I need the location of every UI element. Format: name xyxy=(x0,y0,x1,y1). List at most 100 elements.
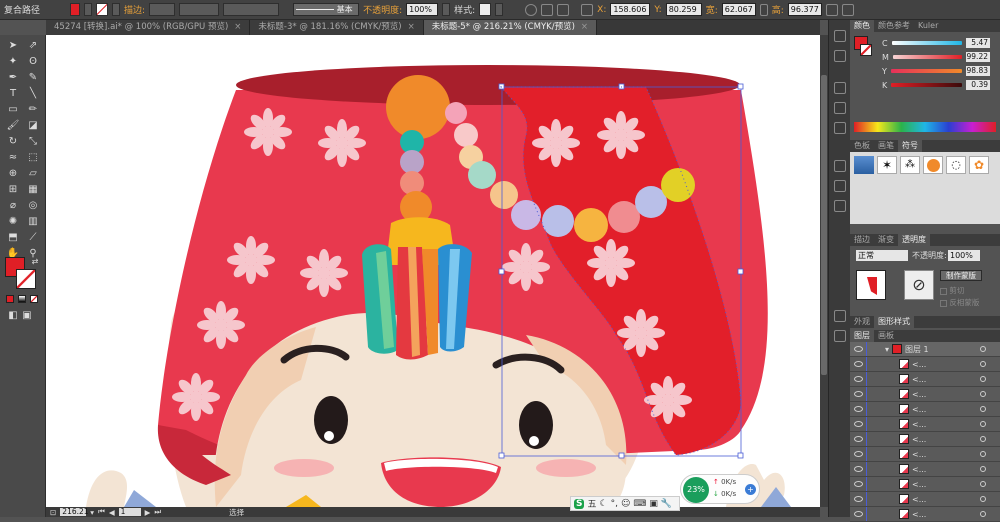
sublayer-row[interactable]: <... xyxy=(850,447,1000,462)
stroke-dropdown[interactable] xyxy=(112,3,121,16)
tab-brushes[interactable]: 画笔 xyxy=(874,140,898,152)
sublayer-name[interactable]: <... xyxy=(912,405,926,414)
invert-mask-checkbox[interactable]: 反相蒙版 xyxy=(940,297,979,308)
sublayer-row[interactable]: <... xyxy=(850,387,1000,402)
color-panel-icon[interactable] xyxy=(834,30,846,42)
brush-tool-icon[interactable]: 🖌 xyxy=(6,119,20,133)
sublayer-row[interactable]: <... xyxy=(850,462,1000,477)
eyedropper-tool-icon[interactable]: ⌀ xyxy=(6,199,20,213)
tab-document-1[interactable]: 45274 [转换].ai* @ 100% (RGB/GPU 预览) × xyxy=(46,20,251,35)
ime-emoji-icon[interactable]: ☺ xyxy=(621,499,630,509)
visibility-eye-icon[interactable] xyxy=(854,436,863,442)
type-tool-icon[interactable]: T xyxy=(6,87,20,101)
scroll-thumb[interactable] xyxy=(821,75,827,375)
fill-swatch[interactable] xyxy=(70,3,81,16)
reference-point-icon[interactable] xyxy=(581,3,594,16)
channel-m-value[interactable]: 99.22 xyxy=(966,52,990,62)
magic-wand-tool-icon[interactable]: ✦ xyxy=(6,55,20,69)
clip-checkbox[interactable]: 剪切 xyxy=(940,285,964,296)
none-mode-icon[interactable] xyxy=(30,295,38,303)
sublayer-row[interactable]: <... xyxy=(850,372,1000,387)
sublayer-name[interactable]: <... xyxy=(912,465,926,474)
ime-mode[interactable]: 五 xyxy=(587,497,596,510)
variable-width-field[interactable] xyxy=(179,3,220,16)
symbol-dots-icon[interactable]: ⁂ xyxy=(900,156,920,174)
lasso-tool-icon[interactable]: ʘ xyxy=(26,55,40,69)
make-mask-button[interactable]: 制作蒙版 xyxy=(940,270,982,281)
target-icon[interactable] xyxy=(980,496,986,502)
channel-c-slider[interactable] xyxy=(891,41,962,45)
draw-mode-icon[interactable]: ◧ xyxy=(6,309,20,323)
artboard-tool-icon[interactable]: ⬒ xyxy=(6,231,20,245)
rectangle-tool-icon[interactable]: ▭ xyxy=(6,103,20,117)
gradient-mode-icon[interactable] xyxy=(18,295,26,303)
swap-colors-icon[interactable]: ⇄ xyxy=(28,255,42,269)
zoom-dropdown-icon[interactable]: ▾ xyxy=(90,508,94,517)
scale-tool-icon[interactable]: ⤡ xyxy=(26,135,40,149)
perspective-tool-icon[interactable]: ▱ xyxy=(26,167,40,181)
expand-triangle-icon[interactable]: ▾ xyxy=(885,345,889,354)
symbols-panel-icon[interactable] xyxy=(834,122,846,134)
stroke-weight-field[interactable] xyxy=(149,3,176,16)
visibility-eye-icon[interactable] xyxy=(854,466,863,472)
sublayer-row[interactable]: <... xyxy=(850,507,1000,522)
tab-appearance[interactable]: 外观 xyxy=(850,316,874,328)
target-icon[interactable] xyxy=(980,346,986,352)
next-artboard-icon[interactable]: ▶ xyxy=(145,508,151,517)
y-field[interactable]: 80.259 xyxy=(665,3,702,16)
zoom-field[interactable]: 216.21 xyxy=(60,508,89,516)
ime-toolbar[interactable]: S 五 ☾ °, ☺ ⌨ ▣ 🔧 xyxy=(570,496,680,511)
free-transform-tool-icon[interactable]: ⬚ xyxy=(26,151,40,165)
channel-c-value[interactable]: 5.47 xyxy=(966,38,990,48)
link-icon[interactable] xyxy=(759,3,768,16)
target-icon[interactable] xyxy=(980,421,986,427)
pen-tool-icon[interactable]: ✒ xyxy=(6,71,20,85)
blend-tool-icon[interactable]: ◎ xyxy=(26,199,40,213)
channel-k-value[interactable]: 0.39 xyxy=(966,80,990,90)
screen-mode-icon[interactable]: ▣ xyxy=(20,309,34,323)
visibility-eye-icon[interactable] xyxy=(854,406,863,412)
stroke-swatch[interactable] xyxy=(96,3,109,16)
layer-row-top[interactable]: ▾ 图层 1 xyxy=(850,342,1000,357)
pencil-tool-icon[interactable]: ✏ xyxy=(26,103,40,117)
tab-color-guide[interactable]: 颜色参考 xyxy=(874,20,914,32)
visibility-eye-icon[interactable] xyxy=(854,346,863,352)
stroke-color-box[interactable] xyxy=(16,269,36,289)
symbol-sprayer-tool-icon[interactable]: ✺ xyxy=(6,215,20,229)
ime-punctuation-icon[interactable]: °, xyxy=(611,499,618,509)
sublayer-row[interactable]: <... xyxy=(850,402,1000,417)
target-icon[interactable] xyxy=(980,436,986,442)
visibility-eye-icon[interactable] xyxy=(854,481,863,487)
transform-icon[interactable] xyxy=(825,3,838,16)
sublayer-row[interactable]: <... xyxy=(850,432,1000,447)
sublayer-name[interactable]: <... xyxy=(912,495,926,504)
style-dropdown[interactable] xyxy=(495,3,504,16)
color-stroke-box[interactable] xyxy=(860,44,872,56)
channel-y-slider[interactable] xyxy=(890,69,962,73)
layers-panel-icon[interactable] xyxy=(834,330,846,342)
blend-mode-select[interactable]: 正常 xyxy=(856,250,908,261)
sublayer-row[interactable]: <... xyxy=(850,477,1000,492)
visibility-eye-icon[interactable] xyxy=(854,511,863,517)
eraser-tool-icon[interactable]: ◪ xyxy=(26,119,40,133)
opacity-field[interactable]: 100% xyxy=(406,3,439,16)
layer-name[interactable]: 图层 1 xyxy=(905,344,929,355)
symbol-orange-ball[interactable] xyxy=(923,156,943,174)
gradient-tool-icon[interactable]: ▦ xyxy=(26,183,40,197)
tab-kuler[interactable]: Kuler xyxy=(914,20,942,32)
visibility-eye-icon[interactable] xyxy=(854,496,863,502)
close-icon[interactable]: × xyxy=(408,22,415,32)
selection-tool-icon[interactable]: ➤ xyxy=(6,39,20,53)
symbol-flower-icon[interactable]: ✿ xyxy=(969,156,989,174)
artboard-canvas[interactable] xyxy=(46,35,820,507)
vertical-scrollbar[interactable] xyxy=(820,35,828,507)
shape-builder-tool-icon[interactable]: ⊕ xyxy=(6,167,20,181)
tab-gradient[interactable]: 渐变 xyxy=(874,234,898,246)
ime-moon-icon[interactable]: ☾ xyxy=(600,499,608,509)
target-icon[interactable] xyxy=(980,406,986,412)
sublayer-row[interactable]: <... xyxy=(850,357,1000,372)
rotate-tool-icon[interactable]: ↻ xyxy=(6,135,20,149)
color-guide-icon[interactable] xyxy=(834,50,846,62)
target-icon[interactable] xyxy=(980,511,986,517)
color-spectrum[interactable] xyxy=(854,122,996,132)
